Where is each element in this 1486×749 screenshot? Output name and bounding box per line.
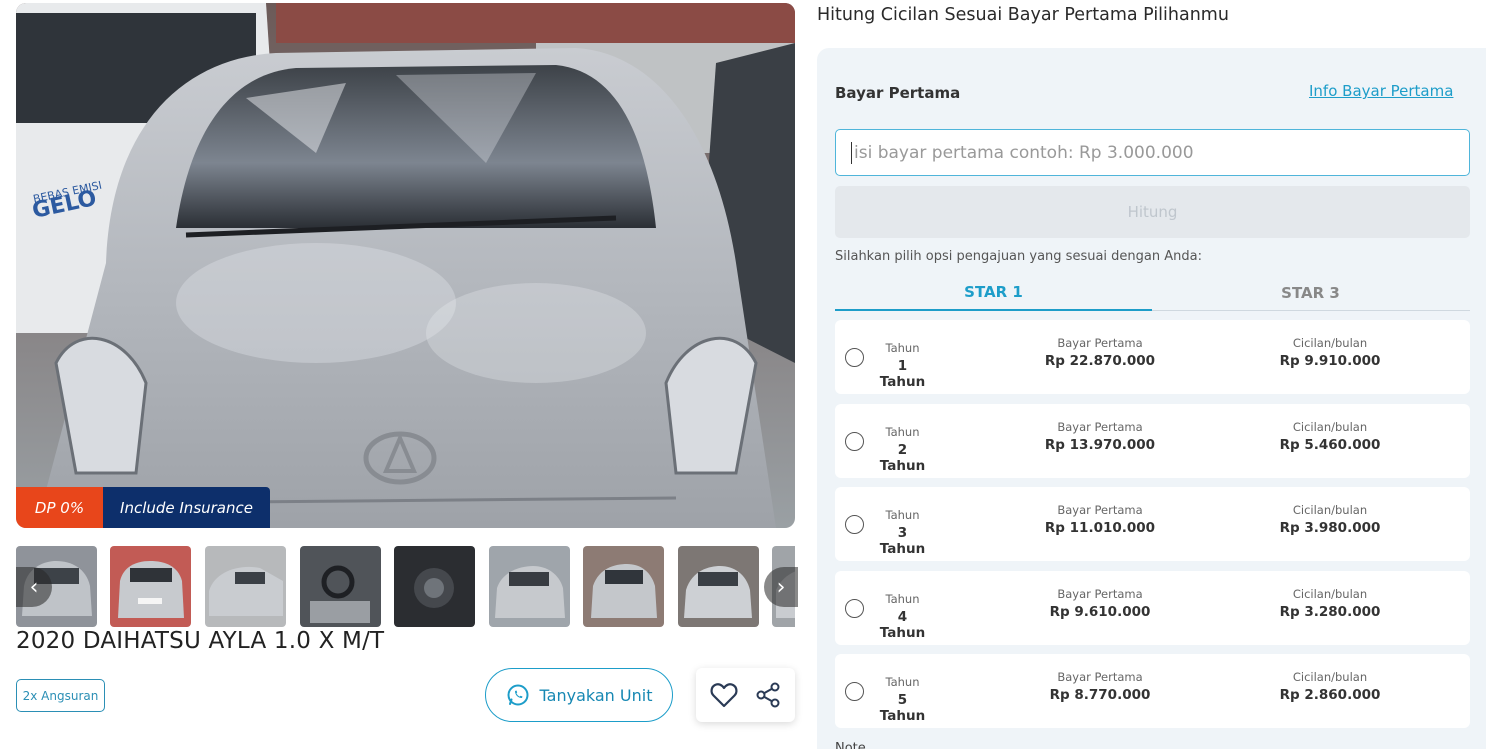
thumbnail-image [300,546,381,627]
down-payment-placeholder: isi bayar pertama contoh: Rp 3.000.000 [854,142,1194,163]
down-payment-cell: Bayar Pertama Rp 9.610.000 [1025,587,1175,620]
down-payment-col-label: Bayar Pertama [1057,503,1143,517]
down-payment-col-label: Bayar Pertama [1057,336,1143,350]
thumbnail-image [678,546,759,627]
option-radio[interactable] [845,432,864,451]
down-payment-label: Bayar Pertama [835,84,961,102]
note-label: Note [835,741,866,749]
tenor-cell: Tahun 1 Tahun [875,341,930,390]
tenor-value: 4 Tahun [879,609,926,641]
chevron-right-icon: › [776,574,786,600]
thumbnail-image [489,546,570,627]
info-down-payment-link[interactable]: Info Bayar Pertama [1309,82,1453,100]
thumbnail[interactable] [583,546,664,627]
tab-star-1[interactable]: STAR 1 [835,275,1152,311]
down-payment-col-label: Bayar Pertama [1057,587,1143,601]
installment-value: Rp 3.280.000 [1279,604,1381,620]
down-payment-col-label: Bayar Pertama [1057,420,1143,434]
option-radio[interactable] [845,348,864,367]
installment-cell: Cicilan/bulan Rp 3.280.000 [1255,587,1405,620]
heart-icon[interactable] [710,682,738,708]
thumbnail[interactable] [489,546,570,627]
tenor-cell: Tahun 2 Tahun [875,425,930,474]
installment-option[interactable]: Tahun 5 Tahun Bayar Pertama Rp 8.770.000… [835,654,1470,728]
car-title: 2020 DAIHATSU AYLA 1.0 X M/T [16,628,385,654]
thumbnail[interactable] [300,546,381,627]
gallery-next-button[interactable]: › [764,567,798,607]
tenor-value: 2 Tahun [879,442,926,474]
installment-cell: Cicilan/bulan Rp 9.910.000 [1255,336,1405,369]
installment-option[interactable]: Tahun 3 Tahun Bayar Pertama Rp 11.010.00… [835,487,1470,561]
installment-col-label: Cicilan/bulan [1292,670,1368,684]
option-radio[interactable] [845,515,864,534]
thumbnail[interactable] [110,546,191,627]
installment-value: Rp 3.980.000 [1279,520,1381,536]
installment-value: Rp 5.460.000 [1279,437,1381,453]
car-image: GELO BEBAS EMISI [16,3,795,528]
installment-cell: Cicilan/bulan Rp 2.860.000 [1255,670,1405,703]
down-payment-input[interactable]: isi bayar pertama contoh: Rp 3.000.000 [835,129,1470,176]
installment-col-label: Cicilan/bulan [1292,503,1368,517]
thumbnail-image [394,546,475,627]
tenor-cell: Tahun 4 Tahun [875,592,930,641]
installment-col-label: Cicilan/bulan [1292,587,1368,601]
tenor-cell: Tahun 5 Tahun [875,675,930,724]
down-payment-value: Rp 8.770.000 [1049,687,1151,703]
tab-star-3[interactable]: STAR 3 [1152,275,1469,311]
tenor-label: Tahun [885,592,920,606]
thumbnail[interactable] [678,546,759,627]
options-prompt: Silahkan pilih opsi pengajuan yang sesua… [835,249,1202,264]
action-icons [696,668,795,722]
installment-col-label: Cicilan/bulan [1292,336,1368,350]
installment-option[interactable]: Tahun 4 Tahun Bayar Pertama Rp 9.610.000… [835,571,1470,645]
chevron-left-icon: ‹ [29,574,39,600]
main-car-photo[interactable]: GELO BEBAS EMISI DP 0% Include Insurance [16,3,795,528]
down-payment-col-label: Bayar Pertama [1057,670,1143,684]
down-payment-value: Rp 22.870.000 [1044,353,1156,369]
option-radio[interactable] [845,682,864,701]
tenor-label: Tahun [885,341,920,355]
tenor-value: 3 Tahun [879,525,926,557]
text-caret [851,141,852,164]
thumbnail-image [110,546,191,627]
installment-value: Rp 2.860.000 [1279,687,1381,703]
tenor-label: Tahun [885,675,920,689]
installment-option[interactable]: Tahun 2 Tahun Bayar Pertama Rp 13.970.00… [835,404,1470,478]
ask-unit-button[interactable]: Tanyakan Unit [485,668,673,722]
thumbnail[interactable] [394,546,475,627]
whatsapp-icon [507,684,529,706]
ask-unit-label: Tanyakan Unit [539,685,653,705]
installment-tag: 2x Angsuran [16,679,105,712]
thumbnail-image [205,546,286,627]
down-payment-value: Rp 13.970.000 [1044,437,1156,453]
down-payment-cell: Bayar Pertama Rp 13.970.000 [1025,420,1175,453]
down-payment-cell: Bayar Pertama Rp 8.770.000 [1025,670,1175,703]
option-radio[interactable] [845,599,864,618]
down-payment-cell: Bayar Pertama Rp 22.870.000 [1025,336,1175,369]
tenor-value: 5 Tahun [879,692,926,724]
installment-cell: Cicilan/bulan Rp 5.460.000 [1255,420,1405,453]
installment-option[interactable]: Tahun 1 Tahun Bayar Pertama Rp 22.870.00… [835,320,1470,394]
installment-cell: Cicilan/bulan Rp 3.980.000 [1255,503,1405,536]
insurance-badge: Include Insurance [103,487,270,528]
installment-value: Rp 9.910.000 [1279,353,1381,369]
thumbnail-strip [16,546,795,627]
calculator-heading: Hitung Cicilan Sesuai Bayar Pertama Pili… [817,5,1229,25]
share-icon[interactable] [755,682,781,708]
installment-col-label: Cicilan/bulan [1292,420,1368,434]
dp-zero-badge: DP 0% [16,487,103,528]
tenor-value: 1 Tahun [879,358,926,390]
tenor-label: Tahun [885,508,920,522]
plan-tabs: STAR 1 STAR 3 [835,275,1470,311]
down-payment-cell: Bayar Pertama Rp 11.010.000 [1025,503,1175,536]
down-payment-value: Rp 9.610.000 [1049,604,1151,620]
tenor-cell: Tahun 3 Tahun [875,508,930,557]
calculate-button[interactable]: Hitung [835,186,1470,238]
tenor-label: Tahun [885,425,920,439]
thumbnail-image [583,546,664,627]
down-payment-value: Rp 11.010.000 [1044,520,1156,536]
thumbnail[interactable] [205,546,286,627]
